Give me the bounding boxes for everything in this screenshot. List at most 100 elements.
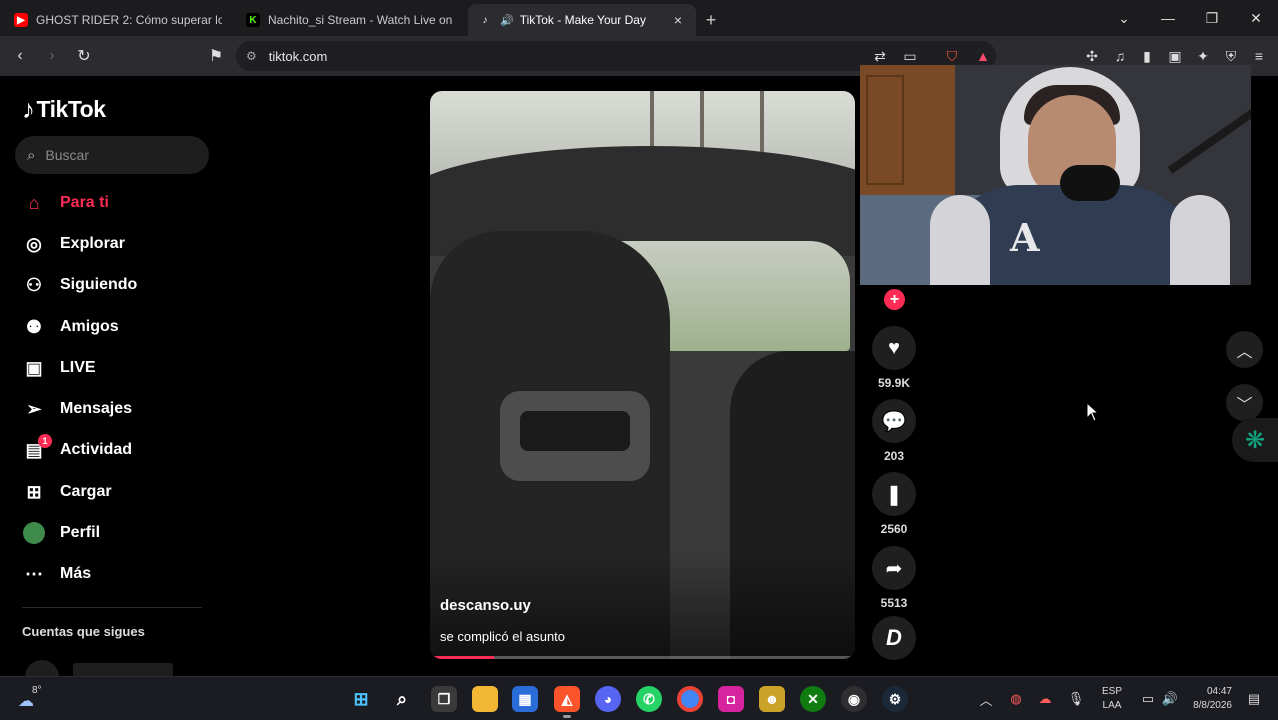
webcam-microphone [1060, 165, 1120, 201]
steam-icon[interactable]: ⚙ [882, 686, 908, 712]
xbox-icon[interactable]: ✕ [800, 686, 826, 712]
nav-actividad[interactable]: ▤ 1 Actividad [22, 434, 132, 465]
tiktok-sidebar: ♪ TikTok ⌕ Buscar ⌂ Para ti ◎ Explorar ⚇… [0, 76, 230, 694]
like-action[interactable]: ♥ 59.9K [872, 326, 916, 390]
discord-icon[interactable]: ◕ [595, 686, 621, 712]
messages-icon: ➢ [26, 398, 42, 419]
clock-date: 8/8/2026 [1193, 700, 1232, 711]
search-icon[interactable]: ⌕ [389, 686, 415, 712]
whatsapp-icon[interactable]: ✆ [636, 686, 662, 712]
search-input[interactable]: ⌕ Buscar [15, 136, 209, 174]
store-icon[interactable]: ▦ [512, 686, 538, 712]
bookmark-icon[interactable]: ❚ [872, 472, 916, 516]
tiktok-logo[interactable]: ♪ TikTok [22, 94, 106, 125]
nav-mas[interactable]: ⋯ Más [22, 559, 91, 589]
clock[interactable]: 04:47 8/8/2026 [1176, 685, 1232, 713]
taskbar: ☁ 8° ⊞ ⌕ ❐ ▦ ◭ ◕ ✆ ◘ ☻ ✕ ◉ ⚙ ︿ ◍ ☁ 🎙 ESP… [0, 676, 1278, 720]
tab-kick[interactable]: K Nachito_si Stream - Watch Live on Ki [236, 4, 464, 36]
instagram-icon[interactable]: ◘ [718, 686, 744, 712]
brave-browser-icon[interactable]: ◭ [554, 686, 580, 718]
new-tab-button[interactable]: + [696, 4, 726, 36]
search-icon: ⌕ [27, 146, 36, 164]
video-progress-bar[interactable] [430, 656, 855, 659]
compass-icon: ◎ [26, 233, 42, 254]
tiktok-logo-text: TikTok [36, 96, 107, 122]
share-icon[interactable]: ➦ [872, 546, 916, 590]
keyboard-layout: LAA [1102, 700, 1122, 711]
nav-siguiendo[interactable]: ⚇ Siguiendo [22, 270, 137, 300]
music-disc-icon[interactable]: D [872, 616, 916, 660]
microphone-icon[interactable]: 🎙 [1066, 677, 1086, 720]
nav-label: Mensajes [60, 400, 133, 417]
task-view-icon[interactable]: ❐ [431, 686, 457, 712]
notifications-icon[interactable]: ▤ [1244, 677, 1264, 720]
file-explorer-icon[interactable] [472, 686, 498, 712]
minimize-button[interactable]: — [1146, 10, 1190, 26]
like-count: 59.9K [877, 376, 911, 390]
bookmark-icon[interactable]: ⚑ [202, 42, 230, 70]
video-username[interactable]: descanso.uy [440, 597, 531, 614]
chatgpt-extension-icon[interactable]: ❋ [1232, 418, 1278, 462]
nav-label: Más [60, 565, 92, 582]
video-scene-vent [520, 411, 630, 451]
back-button[interactable]: ‹ [6, 42, 34, 70]
save-count: 2560 [880, 522, 908, 536]
comment-action[interactable]: 💬 203 [872, 399, 916, 463]
network-icon[interactable]: ▭ [1138, 677, 1158, 720]
chrome-icon[interactable] [677, 686, 703, 712]
save-action[interactable]: ❚ 2560 [872, 472, 916, 536]
close-window-button[interactable]: ✕ [1234, 10, 1278, 27]
webcam-person-sleeve [1170, 195, 1230, 285]
tab-title: Nachito_si Stream - Watch Live on Ki [268, 13, 454, 27]
nav-perfil[interactable]: Perfil [22, 518, 100, 548]
live-icon: ▣ [25, 357, 43, 378]
window-controls: ⌄ — ❐ ✕ [1102, 0, 1278, 36]
tray-overflow-icon[interactable]: ︿ [976, 677, 996, 720]
nav-label: Siguiendo [60, 276, 138, 293]
tray-app-icon[interactable]: ◍ [1006, 677, 1026, 720]
sound-disc[interactable]: D [872, 616, 916, 660]
nav-amigos[interactable]: ⚉ Amigos [22, 312, 119, 342]
tab-youtube[interactable]: ▶ GHOST RIDER 2: Cómo superar lo ins [4, 4, 232, 36]
youtube-icon: ▶ [14, 13, 28, 27]
search-placeholder: Buscar [45, 147, 89, 163]
nav-para-ti[interactable]: ⌂ Para ti [22, 188, 109, 218]
restore-button[interactable]: ❐ [1190, 10, 1234, 27]
upload-icon: ⊞ [26, 481, 42, 502]
following-accounts-header: Cuentas que sigues [22, 624, 145, 639]
weather-widget[interactable]: ☁ 8° [18, 683, 48, 713]
obs-icon[interactable]: ◉ [841, 686, 867, 712]
reload-button[interactable]: ↻ [70, 42, 98, 70]
follow-button[interactable]: + [884, 289, 905, 310]
previous-video-button[interactable]: ︿ [1226, 331, 1263, 368]
start-button[interactable]: ⊞ [348, 686, 374, 712]
share-count: 5513 [880, 596, 908, 610]
nav-label: Amigos [60, 318, 119, 335]
forward-button[interactable]: › [38, 42, 66, 70]
game-app-icon[interactable]: ☻ [759, 686, 785, 712]
audio-playing-icon: 🔊 [500, 14, 514, 27]
tray-app-icon[interactable]: ☁ [1035, 677, 1055, 720]
webcam-jacket-letter-logo: A [1010, 215, 1040, 260]
more-icon: ⋯ [25, 563, 43, 584]
tab-title: GHOST RIDER 2: Cómo superar lo ins [36, 13, 222, 27]
next-video-button[interactable]: ﹀ [1226, 384, 1263, 421]
video-player[interactable]: descanso.uy se complicó el asunto [430, 91, 855, 659]
comment-icon[interactable]: 💬 [872, 399, 916, 443]
nav-live[interactable]: ▣ LIVE [22, 353, 95, 383]
share-action[interactable]: ➦ 5513 [872, 546, 916, 610]
nav-explorar[interactable]: ◎ Explorar [22, 229, 125, 259]
address-text: tiktok.com [268, 48, 328, 64]
video-progress-fill [430, 656, 494, 659]
site-info-icon[interactable]: ⚙ [246, 49, 257, 63]
tab-tiktok[interactable]: ♪ 🔊 TikTok - Make Your Day × [468, 4, 696, 36]
nav-mensajes[interactable]: ➢ Mensajes [22, 394, 132, 424]
nav-cargar[interactable]: ⊞ Cargar [22, 477, 111, 507]
tab-search-icon[interactable]: ⌄ [1102, 10, 1146, 27]
language-indicator[interactable]: ESP LAA [1098, 685, 1126, 713]
language-code: ESP [1101, 686, 1122, 697]
activity-icon: ▤ 1 [22, 434, 52, 462]
heart-icon[interactable]: ♥ [872, 326, 916, 370]
tiktok-icon: ♪ [482, 14, 488, 26]
tab-close-button[interactable]: × [670, 12, 686, 28]
